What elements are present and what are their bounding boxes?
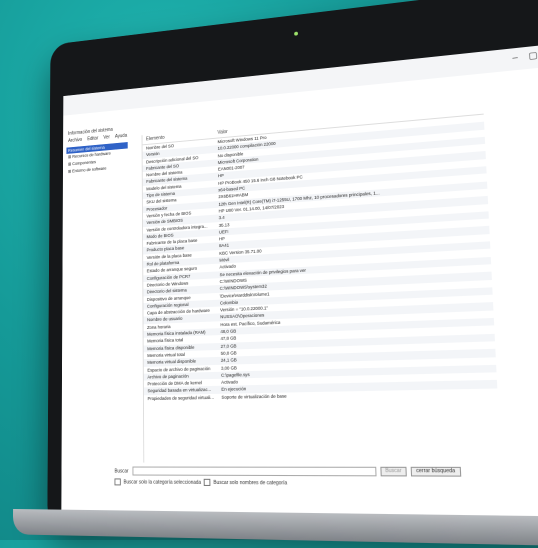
find-button[interactable]: Buscar bbox=[379, 466, 407, 477]
menu-file[interactable]: Archivo bbox=[68, 137, 82, 144]
minimize-icon[interactable]: – bbox=[512, 52, 518, 64]
find-bar: Buscar Buscar cerrar búsqueda Buscar sol… bbox=[114, 466, 537, 496]
find-label: Buscar bbox=[114, 468, 129, 475]
webcam-light bbox=[294, 31, 298, 36]
category-tree: Resumen del sistema ⊞ Recursos de hardwa… bbox=[66, 142, 128, 176]
menu-edit[interactable]: Editar bbox=[87, 136, 98, 142]
maximize-icon[interactable]: ▢ bbox=[528, 50, 538, 62]
laptop-base-edge bbox=[12, 508, 538, 548]
screen: – ▢ ✕ Información del sistema Archivo Ed… bbox=[61, 42, 538, 520]
menu-view[interactable]: Ver bbox=[103, 135, 109, 141]
selected-category-checkbox[interactable] bbox=[114, 478, 121, 486]
column-header-value[interactable]: Valor bbox=[217, 129, 227, 136]
close-find-button[interactable]: cerrar búsqueda bbox=[410, 466, 461, 477]
row-item: Propiedades de seguridad virtuali... bbox=[147, 394, 214, 401]
selected-category-label: Buscar solo la categoría seleccionada bbox=[123, 478, 202, 486]
laptop-frame: – ▢ ✕ Información del sistema Archivo Ed… bbox=[12, 0, 538, 548]
find-input[interactable] bbox=[132, 466, 377, 477]
table-body: Nombre del SO Microsoft Windows 11 Pro Ver… bbox=[142, 115, 498, 403]
details-table: Elemento Valor Nombre del SO Microsoft Wi… bbox=[141, 103, 502, 463]
category-names-label: Buscar solo nombres de categoría bbox=[213, 479, 288, 486]
menu-help[interactable]: Ayuda bbox=[115, 133, 127, 140]
category-names-checkbox[interactable] bbox=[203, 478, 211, 486]
row-value: Soporte de virtualización de base bbox=[221, 393, 287, 400]
window-controls: – ▢ ✕ bbox=[512, 48, 538, 64]
